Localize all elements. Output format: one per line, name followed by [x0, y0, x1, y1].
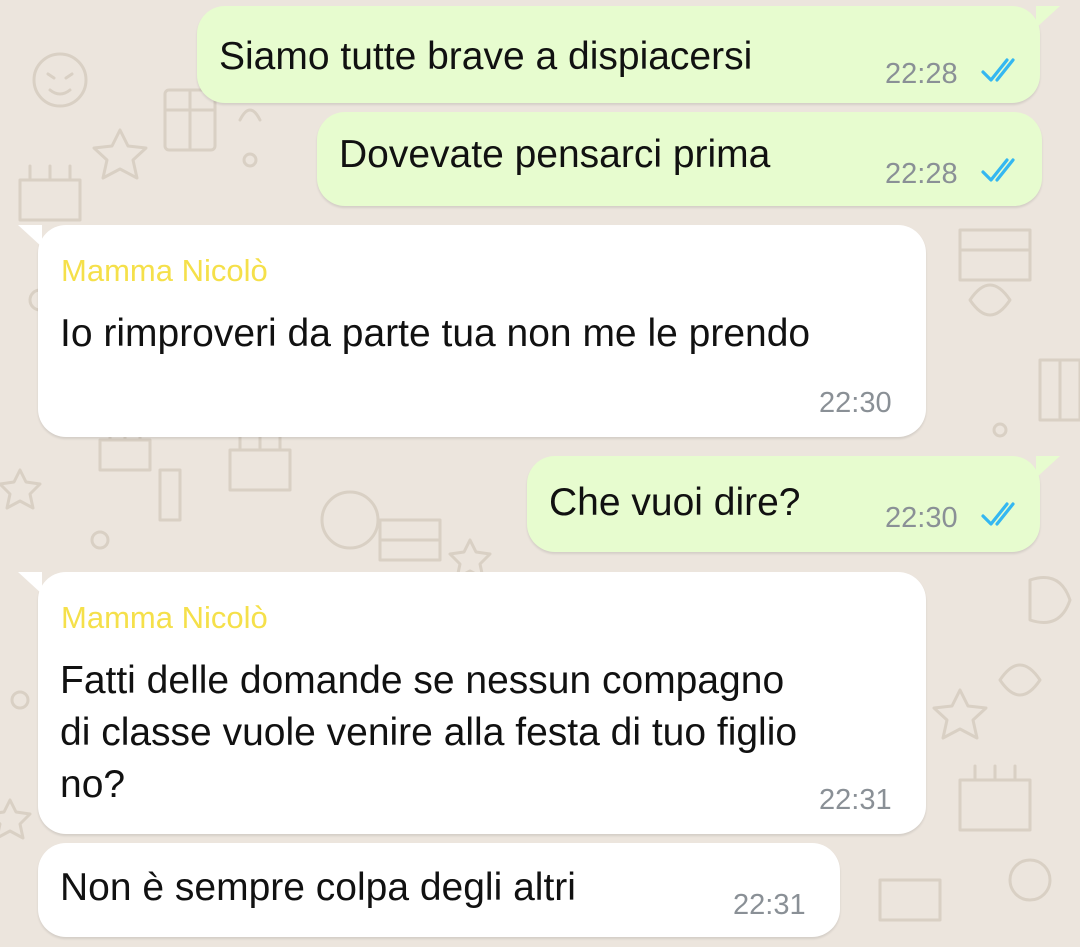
message-timestamp: 22:31 [819, 784, 892, 816]
message-text: Non è sempre colpa degli altri [60, 866, 576, 909]
incoming-message-bubble[interactable]: Non è sempre colpa degli altri 22:31 [38, 843, 840, 937]
incoming-message-bubble[interactable]: Mamma Nicolò Io rimproveri da parte tua … [18, 225, 926, 437]
outgoing-message-bubble[interactable]: Dovevate pensarci prima 22:28 [317, 112, 1042, 206]
sender-name: Mamma Nicolò [61, 253, 268, 288]
message-text-line: di classe vuole venire alla festa di tuo… [60, 711, 798, 754]
bubble-tail [1036, 6, 1060, 28]
message-text: Dovevate pensarci prima [339, 133, 771, 176]
outgoing-message-bubble[interactable]: Che vuoi dire? 22:30 [527, 456, 1060, 552]
message-timestamp: 22:31 [733, 889, 806, 921]
bubble-tail [18, 572, 42, 594]
chat-message-list[interactable]: Siamo tutte brave a dispiacersi 22:28 Do… [0, 0, 1080, 947]
message-timestamp: 22:28 [885, 58, 958, 90]
message-text: Io rimproveri da parte tua non me le pre… [60, 312, 811, 355]
message-text: Che vuoi dire? [549, 481, 801, 524]
message-text-line: Fatti delle domande se nessun compagno [60, 659, 785, 702]
message-text: Siamo tutte brave a dispiacersi [219, 35, 753, 78]
outgoing-message-bubble[interactable]: Siamo tutte brave a dispiacersi 22:28 [197, 6, 1060, 103]
bubble-tail [18, 225, 42, 247]
double-check-read-icon [981, 502, 1015, 526]
incoming-message-bubble[interactable]: Mamma Nicolò Fatti delle domande se ness… [18, 572, 926, 834]
message-timestamp: 22:30 [819, 387, 892, 419]
bubble-tail [1036, 456, 1060, 478]
sender-name: Mamma Nicolò [61, 600, 268, 635]
double-check-read-icon [981, 158, 1015, 182]
message-timestamp: 22:30 [885, 502, 958, 534]
message-text-line: no? [60, 763, 126, 806]
message-timestamp: 22:28 [885, 158, 958, 190]
double-check-read-icon [981, 58, 1015, 82]
